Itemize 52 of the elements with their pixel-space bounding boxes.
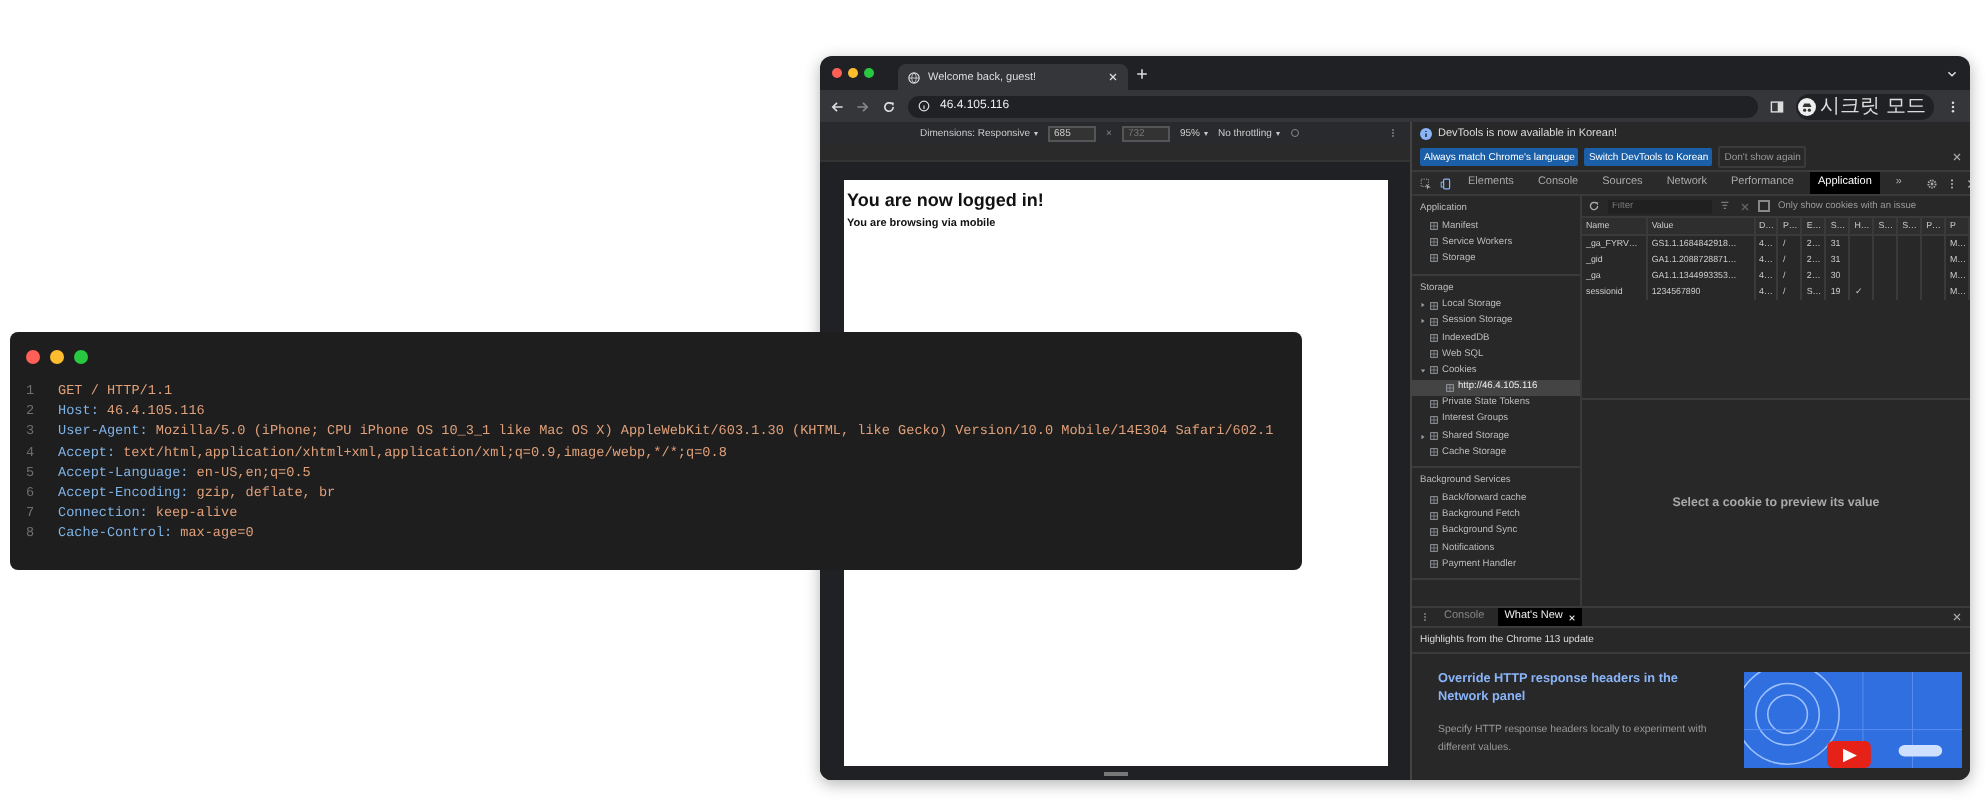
globe-icon bbox=[908, 71, 920, 83]
device-icon[interactable] bbox=[1440, 177, 1452, 189]
grid-icon bbox=[1430, 238, 1438, 247]
grid-icon bbox=[1446, 383, 1454, 392]
reload-icon[interactable] bbox=[1588, 200, 1600, 212]
grid-icon bbox=[1430, 222, 1438, 231]
minimize-dot[interactable] bbox=[50, 350, 64, 364]
minimize-dot[interactable] bbox=[848, 68, 858, 78]
rotate-icon[interactable] bbox=[1289, 128, 1300, 138]
incognito-icon bbox=[1798, 97, 1817, 115]
close-dot[interactable] bbox=[26, 350, 40, 364]
close-dot[interactable] bbox=[832, 68, 842, 78]
resize-handle[interactable] bbox=[1103, 772, 1127, 776]
clear-filter-icon[interactable] bbox=[1720, 200, 1732, 212]
chevron-down-icon[interactable] bbox=[1946, 67, 1958, 79]
plus-icon[interactable] bbox=[1136, 67, 1148, 79]
kebab-menu-icon[interactable] bbox=[1946, 99, 1960, 113]
grid-icon bbox=[1430, 544, 1438, 553]
grid-icon bbox=[1430, 495, 1438, 504]
forward-arrow-icon[interactable] bbox=[856, 99, 870, 113]
info-icon bbox=[1420, 127, 1432, 139]
expand-arrow-icon[interactable] bbox=[1420, 318, 1426, 325]
grid-icon bbox=[1430, 350, 1438, 359]
close-icon[interactable] bbox=[1952, 152, 1962, 162]
grid-icon bbox=[1430, 511, 1438, 520]
grid-icon bbox=[1430, 254, 1438, 263]
back-arrow-icon[interactable] bbox=[830, 99, 844, 113]
side-panel-icon[interactable] bbox=[1770, 99, 1785, 113]
caret-icon bbox=[1203, 131, 1208, 135]
grid-icon bbox=[1430, 301, 1438, 310]
page-heading: You are now logged in! bbox=[847, 190, 1046, 210]
grid-icon bbox=[1430, 399, 1438, 408]
expand-arrow-icon[interactable] bbox=[1420, 302, 1426, 309]
issue-checkbox[interactable] bbox=[1758, 200, 1770, 212]
settings-icon[interactable] bbox=[1925, 177, 1938, 189]
grid-icon bbox=[1430, 560, 1438, 569]
grid-icon bbox=[1430, 527, 1438, 536]
grid-icon bbox=[1430, 366, 1438, 375]
profile-button[interactable]: 시크릿 모드 bbox=[1796, 93, 1934, 119]
grid-icon bbox=[1430, 448, 1438, 457]
maximize-dot[interactable] bbox=[864, 68, 874, 78]
expand-arrow-icon[interactable] bbox=[1420, 433, 1426, 440]
close-icon[interactable] bbox=[1952, 612, 1962, 622]
grid-icon bbox=[1430, 334, 1438, 343]
info-icon bbox=[918, 100, 930, 112]
caret-icon bbox=[1034, 131, 1039, 135]
maximize-dot[interactable] bbox=[74, 350, 88, 364]
grid-icon bbox=[1430, 317, 1438, 326]
grid-icon bbox=[1430, 415, 1438, 424]
caret-icon bbox=[1275, 131, 1280, 135]
grid-icon bbox=[1430, 432, 1438, 441]
inspect-icon[interactable] bbox=[1420, 177, 1432, 189]
